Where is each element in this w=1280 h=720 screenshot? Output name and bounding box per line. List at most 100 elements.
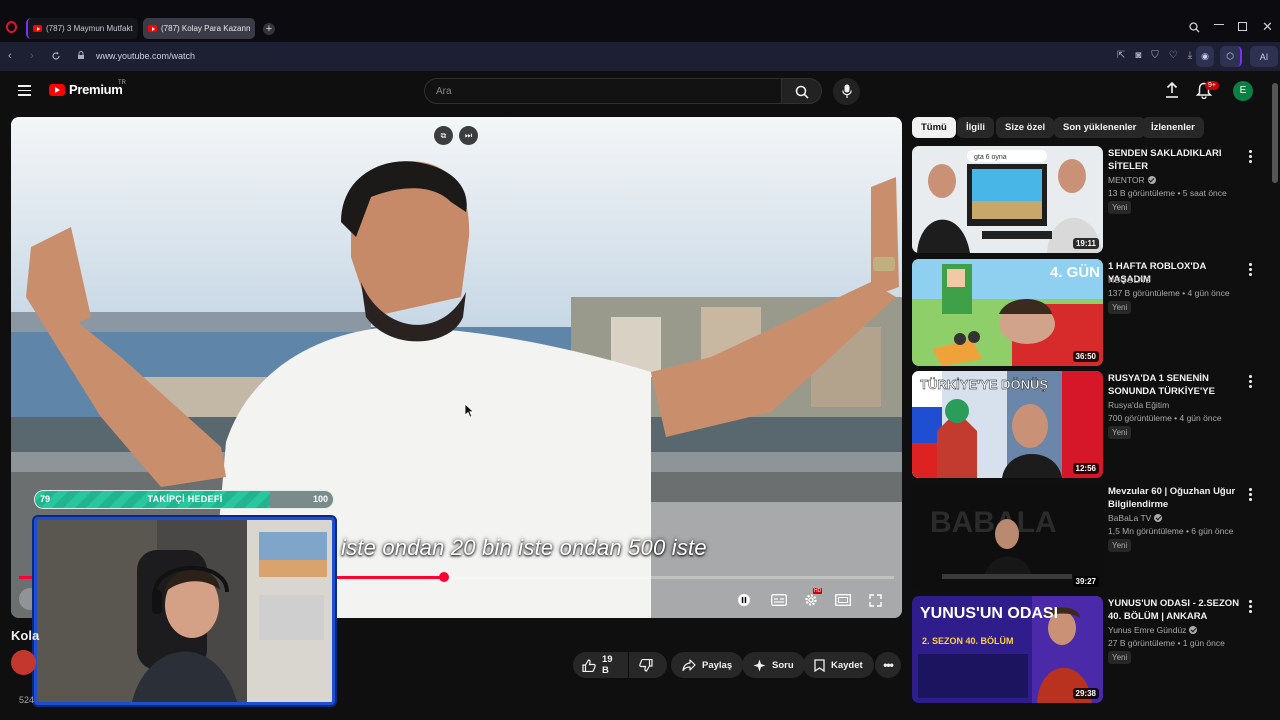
search-box xyxy=(424,78,782,104)
video-title[interactable]: YUNUS'UN ODASI - 2.SEZON 40. BÖLÜM | ANK… xyxy=(1108,597,1246,623)
voice-search-button[interactable] xyxy=(833,78,860,105)
screen: (787) 3 Maymun Mutfakta (787) Kolay Para… xyxy=(0,0,1280,720)
region-code: TR xyxy=(118,80,126,86)
share-button[interactable]: Paylaş xyxy=(671,652,744,678)
heart-icon[interactable]: ♡ xyxy=(1169,50,1178,61)
more-vertical-icon[interactable] xyxy=(1249,488,1253,503)
recommendation-item[interactable]: gta 6 oyna 19:11 SENDEN SAKLADIKLARI SİT… xyxy=(912,146,1257,253)
recommendation-item[interactable]: BABALA 39:27 Mevzular 60 | Oğuzhan Uğur … xyxy=(912,484,1257,591)
minimize-icon[interactable] xyxy=(1214,24,1224,25)
page-scrollbar[interactable] xyxy=(1270,71,1280,720)
channel-name[interactable]: HUGOLA 2 xyxy=(1108,275,1151,285)
video-thumbnail[interactable]: BABALA 39:27 xyxy=(912,484,1103,591)
more-vertical-icon[interactable] xyxy=(1249,150,1253,165)
channel-name[interactable]: BaBaLa TV xyxy=(1108,513,1163,523)
thumb-text: BABALA xyxy=(930,506,1057,539)
account-avatar[interactable]: E xyxy=(1233,81,1253,101)
download-icon[interactable]: ⤓ xyxy=(1188,50,1192,61)
lock-icon[interactable] xyxy=(77,51,85,59)
save-button[interactable]: Kaydet xyxy=(803,652,874,678)
theater-mode-icon[interactable] xyxy=(832,590,854,610)
profile-icon[interactable]: ◉ xyxy=(1196,46,1214,67)
wallet-icon[interactable]: ⬡ xyxy=(1220,46,1242,67)
new-tab-button[interactable]: + xyxy=(263,23,275,35)
recommendation-item[interactable]: YUNUS'UN ODASI 2. SEZON 40. BÖLÜM 29:38 … xyxy=(912,596,1257,703)
subscriber-count: 524 xyxy=(19,695,35,705)
miniplayer-icon[interactable]: ⧉ xyxy=(434,126,453,145)
channel-name[interactable]: MENTOR xyxy=(1108,175,1156,185)
more-vertical-icon[interactable] xyxy=(1249,600,1253,615)
tab-kolay-para[interactable]: (787) Kolay Para Kazanma xyxy=(143,18,255,39)
restore-icon[interactable] xyxy=(1238,22,1247,31)
chip-for-you[interactable]: Size özel xyxy=(996,117,1055,138)
video-title[interactable]: RUSYA'DA 1 SENENİN SONUNDA TÜRKİYE'YE DÖ… xyxy=(1108,372,1246,398)
video-title[interactable]: Mevzular 60 | Oğuzhan Uğur Bilgilendirme xyxy=(1108,485,1246,511)
more-horizontal-icon: ••• xyxy=(883,658,894,672)
thumb-text: 4. GÜN xyxy=(1050,264,1100,281)
save-label: Kaydet xyxy=(831,659,863,671)
ask-button[interactable]: Soru xyxy=(742,652,805,678)
opera-logo-icon[interactable] xyxy=(6,21,17,33)
channel-name[interactable]: Rusya'da Eğitim xyxy=(1108,400,1169,410)
video-thumbnail[interactable]: gta 6 oyna 19:11 xyxy=(912,146,1103,253)
chip-watched[interactable]: İzlenenler xyxy=(1142,117,1204,138)
more-vertical-icon[interactable] xyxy=(1249,375,1253,390)
like-button[interactable]: 19 B xyxy=(573,652,628,678)
sparkle-icon xyxy=(753,659,766,671)
video-duration: 12:56 xyxy=(1072,463,1099,474)
upload-icon[interactable] xyxy=(1164,81,1180,99)
channel-name[interactable]: Yunus Emre Gündüz xyxy=(1108,625,1198,635)
more-actions-button[interactable]: ••• xyxy=(875,652,901,678)
logo-text: Premium xyxy=(69,82,123,97)
streamer-webcam xyxy=(34,517,335,705)
search-input[interactable] xyxy=(425,79,781,103)
dislike-button[interactable] xyxy=(629,652,667,678)
recommendation-item[interactable]: 4. GÜN 36:50 1 HAFTA ROBLOX'DA YAŞADIM H… xyxy=(912,259,1257,366)
menu-icon[interactable] xyxy=(18,85,31,96)
tab-maymun[interactable]: (787) 3 Maymun Mutfakta xyxy=(26,18,138,39)
chip-all[interactable]: Tümü xyxy=(912,117,956,138)
reload-icon[interactable] xyxy=(51,51,61,61)
video-title[interactable]: SENDEN SAKLADIKLARI SİTELER xyxy=(1108,147,1246,173)
video-meta: 700 görüntüleme • 4 gün önce xyxy=(1108,413,1222,423)
subtitles-icon[interactable] xyxy=(768,590,790,610)
goal-target: 100 xyxy=(312,494,328,504)
skip-next-top-icon[interactable]: ⏭ xyxy=(459,126,478,145)
video-meta: 13 B görüntüleme • 5 saat önce xyxy=(1108,188,1227,198)
autoplay-toggle-icon[interactable] xyxy=(733,590,755,610)
new-badge: Yeni xyxy=(1108,201,1132,214)
channel-avatar[interactable] xyxy=(11,650,36,675)
search-tabs-icon[interactable] xyxy=(1189,22,1200,33)
youtube-logo[interactable]: Premium TR xyxy=(49,80,126,97)
search-button[interactable] xyxy=(781,78,822,104)
chip-related[interactable]: İlgili xyxy=(957,117,994,138)
video-duration: 39:27 xyxy=(1072,576,1099,587)
address-bar: ‹ › www.youtube.com/watch ⇱ ◙ ⛉ ♡ ⤓ ≡ ◉ … xyxy=(0,42,1280,71)
shield-icon[interactable]: ⛉ xyxy=(1151,50,1159,61)
share-page-icon[interactable]: ⇱ xyxy=(1117,50,1125,61)
video-meta: 27 B görüntüleme • 1 gün önce xyxy=(1108,638,1225,648)
video-thumbnail[interactable]: 4. GÜN 36:50 xyxy=(912,259,1103,366)
forward-icon[interactable]: › xyxy=(30,50,34,62)
settings-gear-icon[interactable]: HD xyxy=(800,588,823,610)
video-thumbnail[interactable]: YUNUS'UN ODASI 2. SEZON 40. BÖLÜM 29:38 xyxy=(912,596,1103,703)
recommendation-item[interactable]: TÜRKİYE'YE DÖNÜŞ 12:56 RUSYA'DA 1 SENENİ… xyxy=(912,371,1257,478)
verified-icon xyxy=(1189,626,1198,634)
search-icon xyxy=(795,85,809,99)
ask-label: Soru xyxy=(772,659,794,671)
youtube-favicon-icon xyxy=(148,25,157,32)
scrollbar-thumb[interactable] xyxy=(1272,83,1278,183)
video-thumbnail[interactable]: TÜRKİYE'YE DÖNÜŞ 12:56 xyxy=(912,371,1103,478)
channel-label: MENTOR xyxy=(1108,175,1145,185)
tab-label: (787) Kolay Para Kazanma xyxy=(161,24,250,33)
fullscreen-icon[interactable] xyxy=(864,590,886,610)
more-vertical-icon[interactable] xyxy=(1249,263,1253,278)
chip-recently-uploaded[interactable]: Son yüklenenler xyxy=(1054,117,1146,138)
aria-ai-button[interactable]: AI xyxy=(1250,46,1278,67)
url-field[interactable]: www.youtube.com/watch xyxy=(96,51,195,61)
back-icon[interactable]: ‹ xyxy=(8,50,12,62)
close-window-icon[interactable]: ✕ xyxy=(1262,19,1273,35)
new-badge: Yeni xyxy=(1108,301,1132,314)
youtube-header: Premium TR 9+ E xyxy=(0,71,1270,111)
snapshot-icon[interactable]: ◙ xyxy=(1135,50,1141,61)
